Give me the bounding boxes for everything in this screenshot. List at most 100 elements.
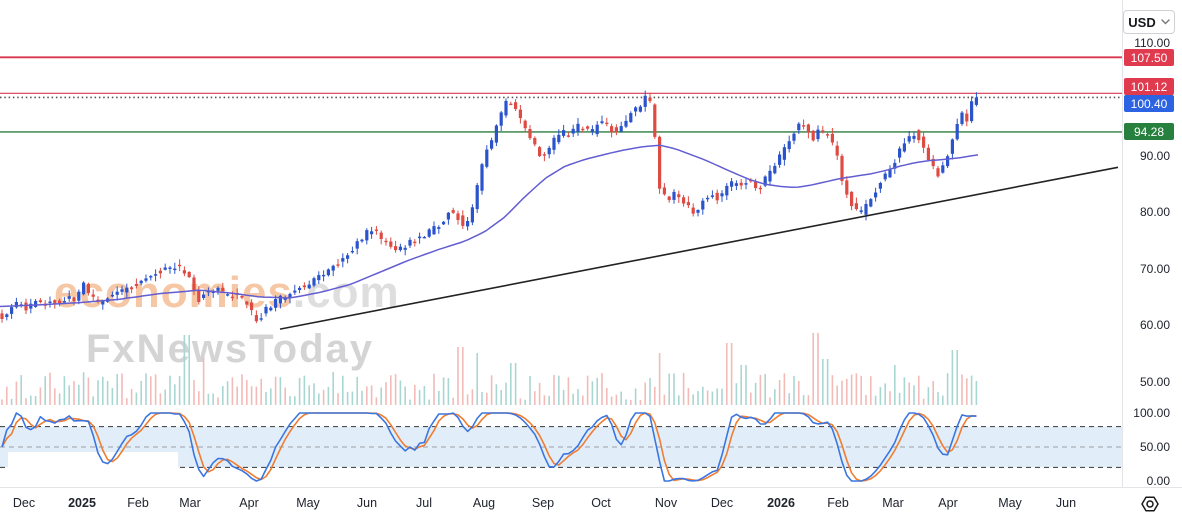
candle-body — [188, 272, 191, 277]
volume-bar — [808, 395, 810, 405]
candle-body — [197, 290, 200, 302]
volume-bar — [232, 377, 234, 405]
volume-bar — [462, 347, 464, 405]
volume-bar — [510, 363, 512, 405]
candle-body — [644, 96, 647, 107]
time-axis-label-May: May — [296, 496, 320, 510]
currency-selector[interactable]: USD — [1123, 10, 1175, 34]
volume-bar — [971, 376, 973, 405]
candle-body — [735, 183, 738, 186]
volume-bar — [116, 374, 118, 405]
candle-body — [509, 104, 512, 105]
candle-body — [485, 150, 488, 167]
volume-bar — [904, 377, 906, 405]
volume-bar — [419, 390, 421, 405]
volume-bar — [846, 379, 848, 405]
candle-body — [221, 288, 224, 291]
trading-chart-page: { "toolbar": { "currency_label": "USD" }… — [0, 0, 1182, 521]
candle-body — [778, 155, 781, 165]
price-badge-100.40: 100.40 — [1124, 95, 1174, 112]
volume-bar — [668, 374, 670, 405]
time-axis-label-Dec: Dec — [13, 496, 35, 510]
volume-bar — [313, 383, 315, 405]
volume-bar — [366, 386, 368, 405]
chart-options-icon[interactable] — [1139, 493, 1161, 515]
candle-body — [408, 240, 411, 246]
candle-body — [264, 307, 267, 314]
candle-body — [375, 230, 378, 231]
candle-body — [346, 255, 349, 258]
white-patch — [8, 452, 178, 486]
volume-bar — [472, 389, 474, 405]
currency-selector-label: USD — [1128, 15, 1155, 30]
price-badge-101.12: 101.12 — [1124, 78, 1174, 95]
volume-bar — [409, 400, 411, 405]
volume-bar — [380, 388, 382, 406]
volume-bar — [625, 399, 627, 405]
candle-body — [490, 140, 493, 149]
volume-bar — [678, 395, 680, 405]
candle-body — [140, 281, 143, 284]
volume-bar — [937, 392, 939, 405]
volume-bar — [702, 387, 704, 405]
price-tick-label: 60.00 — [1114, 318, 1182, 332]
volume-bar — [664, 395, 666, 406]
volume-bar — [726, 343, 728, 405]
volume-bar — [174, 384, 176, 405]
candle-body — [471, 207, 474, 222]
candle-body — [634, 107, 637, 111]
volume-bar — [54, 388, 56, 405]
candle-body — [168, 268, 171, 269]
volume-bar — [688, 388, 690, 405]
volume-bar — [601, 373, 603, 405]
candle-body — [855, 203, 858, 209]
time-axis-label-Dec: Dec — [711, 496, 733, 510]
volume-bar — [160, 394, 162, 406]
candle-body — [528, 129, 531, 138]
candle-body — [548, 148, 551, 154]
time-axis-label-Mar: Mar — [179, 496, 201, 510]
candle-body — [850, 192, 853, 206]
volume-bar — [524, 400, 526, 405]
candle-body — [24, 303, 27, 311]
volume-bar — [150, 376, 152, 405]
candle-body — [970, 101, 973, 121]
time-axis[interactable]: Dec2025FebMarAprMayJunJulAugSepOctNovDec… — [0, 487, 1182, 522]
volume-bar — [673, 374, 675, 406]
time-axis-label-Aug: Aug — [473, 496, 495, 510]
candle-body — [773, 166, 776, 173]
price-tick-label: 50.00 — [1114, 375, 1182, 389]
candle-body — [154, 274, 157, 276]
candle-body — [836, 146, 839, 156]
price-axis[interactable]: 110.0090.0080.0070.0060.0050.00100.0050.… — [1122, 0, 1182, 487]
volume-bar — [131, 389, 133, 405]
volume-bar — [841, 381, 843, 405]
volume-bar — [371, 385, 373, 405]
candle-body — [356, 241, 359, 248]
volume-bar — [68, 385, 70, 405]
candle-body — [456, 213, 459, 220]
volume-bar — [798, 381, 800, 405]
candle-body — [576, 124, 579, 132]
candle-body — [581, 129, 584, 130]
volume-bar — [193, 380, 195, 405]
price-chart-canvas[interactable] — [0, 0, 1122, 487]
volume-bar — [577, 389, 579, 405]
candle-body — [500, 112, 503, 125]
volume-bar — [515, 363, 517, 405]
volume-bar — [568, 377, 570, 405]
time-axis-label-2025: 2025 — [68, 496, 96, 510]
oscillator-tick-label: 100.00 — [1114, 406, 1182, 420]
candle-body — [10, 307, 13, 314]
candle-body — [384, 241, 387, 242]
candle-body — [936, 168, 939, 176]
volume-bar — [731, 343, 733, 405]
time-axis-label-Apr: Apr — [239, 496, 258, 510]
volume-bar — [721, 389, 723, 405]
volume-bar — [35, 396, 37, 405]
candle-body — [898, 149, 901, 158]
volume-bar — [246, 380, 248, 405]
volume-bar — [443, 378, 445, 406]
candle-body — [461, 215, 464, 226]
candle-body — [308, 285, 311, 289]
